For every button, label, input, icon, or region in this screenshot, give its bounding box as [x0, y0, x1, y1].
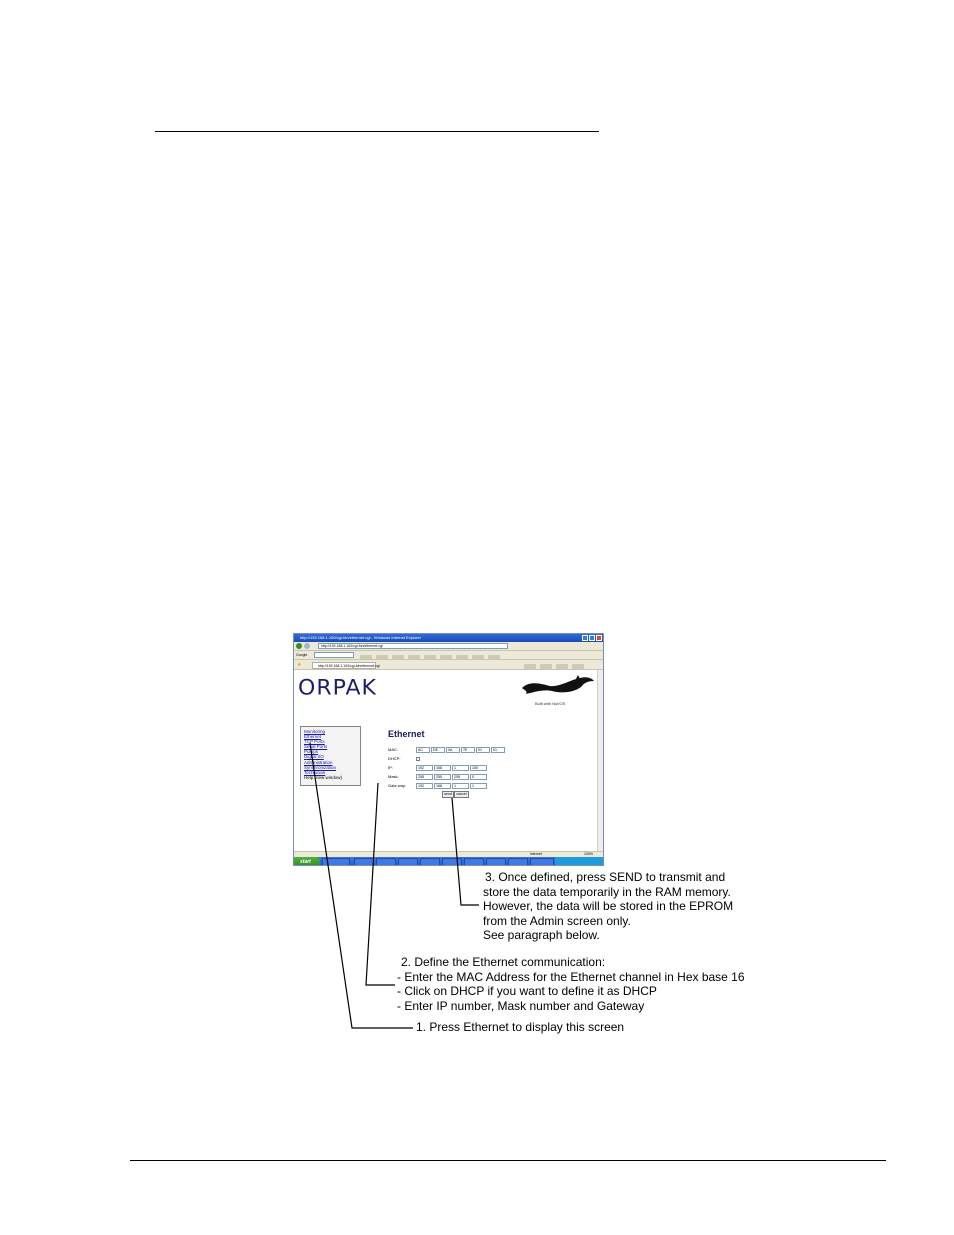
annotation-3-line: See paragraph below. — [483, 928, 600, 942]
callout-lines — [309, 742, 479, 1029]
annotation-3-line: store the data temporarily in the RAM me… — [483, 884, 731, 899]
callout-line-2 — [365, 782, 395, 986]
annotation-2-line: - Click on DHCP if you want to define it… — [397, 984, 657, 998]
annotation-2-line: 2. Define the Ethernet communication: — [401, 955, 606, 969]
annotation-3: 3. Once defined, press SEND to transmit … — [483, 870, 733, 943]
annotation-1: 1. Press Ethernet to display this screen — [416, 1020, 624, 1035]
annotation-3-line: However, the data will be stored in the … — [483, 899, 734, 913]
annotation-2-line: - Enter the MAC Address for the Ethernet… — [397, 969, 745, 984]
annotation-3-line: from the Admin screen only. — [483, 913, 631, 928]
annotation-2-line: - Enter IP number, Mask number and Gatew… — [397, 998, 645, 1013]
annotation-3-line: 3. Once defined, press SEND to transmit … — [485, 870, 726, 884]
annotation-2: 2. Define the Ethernet communication: - … — [397, 955, 745, 1013]
annotation-1-line: 1. Press Ethernet to display this screen — [416, 1020, 625, 1034]
callout-line-3 — [451, 797, 479, 906]
bottom-rule — [130, 1160, 886, 1161]
